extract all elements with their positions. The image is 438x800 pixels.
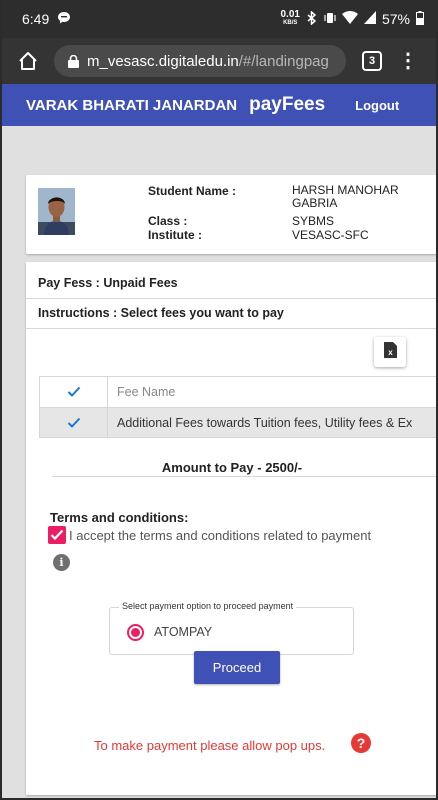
export-excel-button[interactable]: x — [374, 337, 406, 367]
fee-name-header: Fee Name — [117, 385, 176, 399]
divider — [52, 476, 438, 477]
chat-notification-icon — [57, 11, 71, 28]
info-icon[interactable]: i — [53, 554, 70, 571]
bluetooth-icon — [306, 9, 318, 28]
terms-accept[interactable]: I accept the terms and conditions relate… — [48, 526, 371, 544]
status-bar: 6:49 0.01 KB/S 57% — [0, 0, 438, 38]
browser-toolbar: m_vesasc.digitaledu.in/#/landingpag 3 ⋮ — [0, 38, 438, 84]
svg-text:x: x — [388, 348, 393, 357]
amount-to-pay: Amount to Pay - 2500/- — [161, 460, 303, 475]
fees-panel: Pay Fess : Unpaid Fees Instructions : Se… — [26, 262, 438, 795]
vibrate-icon — [324, 11, 336, 28]
logout-link[interactable]: Logout — [355, 98, 399, 113]
excel-icon: x — [383, 341, 397, 363]
more-menu-icon[interactable]: ⋮ — [398, 51, 418, 71]
tab-switcher-button[interactable]: 3 — [362, 51, 382, 71]
fees-instructions: Instructions : Select fees you want to p… — [38, 306, 284, 320]
payment-option-group: Select payment option to proceed payment… — [109, 601, 354, 655]
terms-title: Terms and conditions: — [50, 510, 189, 525]
divider — [26, 328, 438, 329]
lock-icon — [68, 54, 79, 68]
divider — [26, 298, 438, 299]
help-icon[interactable]: ? — [351, 733, 371, 753]
fee-row-checkbox[interactable] — [40, 408, 108, 437]
popup-notice: To make payment please allow pop ups. — [94, 738, 326, 753]
address-bar[interactable]: m_vesasc.digitaledu.in/#/landingpag — [54, 45, 346, 77]
wifi-icon — [341, 11, 358, 27]
signal-icon — [363, 11, 376, 27]
network-speed: 0.01 KB/S — [280, 9, 300, 27]
fee-name-cell: Additional Fees towards Tuition fees, Ut… — [117, 415, 413, 430]
battery-icon — [416, 10, 424, 28]
url-host: m_vesasc.digitaledu.in — [87, 52, 239, 70]
institute-value: VESASC-SFC — [292, 228, 369, 242]
proceed-button[interactable]: Proceed — [194, 651, 280, 684]
app-header: VARAK BHARATI JANARDAN payFees Logout — [0, 84, 438, 126]
terms-checkbox[interactable] — [48, 526, 66, 544]
student-name-label: Student Name : — [148, 184, 237, 198]
fees-title: Pay Fess : Unpaid Fees — [38, 276, 178, 290]
avatar — [38, 188, 75, 235]
home-icon[interactable] — [14, 47, 42, 75]
payment-option-legend: Select payment option to proceed payment — [119, 601, 297, 611]
institute-title: VARAK BHARATI JANARDAN — [26, 96, 238, 114]
institute-label: Institute : — [148, 228, 202, 242]
atompay-radio[interactable] — [127, 624, 144, 641]
select-all-checkbox[interactable] — [40, 377, 108, 407]
atompay-label[interactable]: ATOMPAY — [154, 625, 212, 639]
student-name-line2: GABRIA — [292, 196, 338, 210]
terms-accept-text: I accept the terms and conditions relate… — [69, 527, 372, 543]
class-label: Class : — [148, 214, 188, 228]
student-card: Student Name : HARSH MANOHAR GABRIA Clas… — [26, 175, 438, 254]
table-row[interactable]: Additional Fees towards Tuition fees, Ut… — [39, 407, 438, 438]
brand-title: payFees — [249, 94, 326, 115]
fees-table: Fee Name Additional Fees towards Tuition… — [39, 376, 438, 438]
status-time: 6:49 — [22, 11, 50, 27]
url-path: /#/landingpag — [238, 52, 329, 70]
class-value: SYBMS — [292, 214, 335, 228]
battery-level: 57% — [381, 11, 410, 27]
table-header-row: Fee Name — [39, 376, 438, 407]
